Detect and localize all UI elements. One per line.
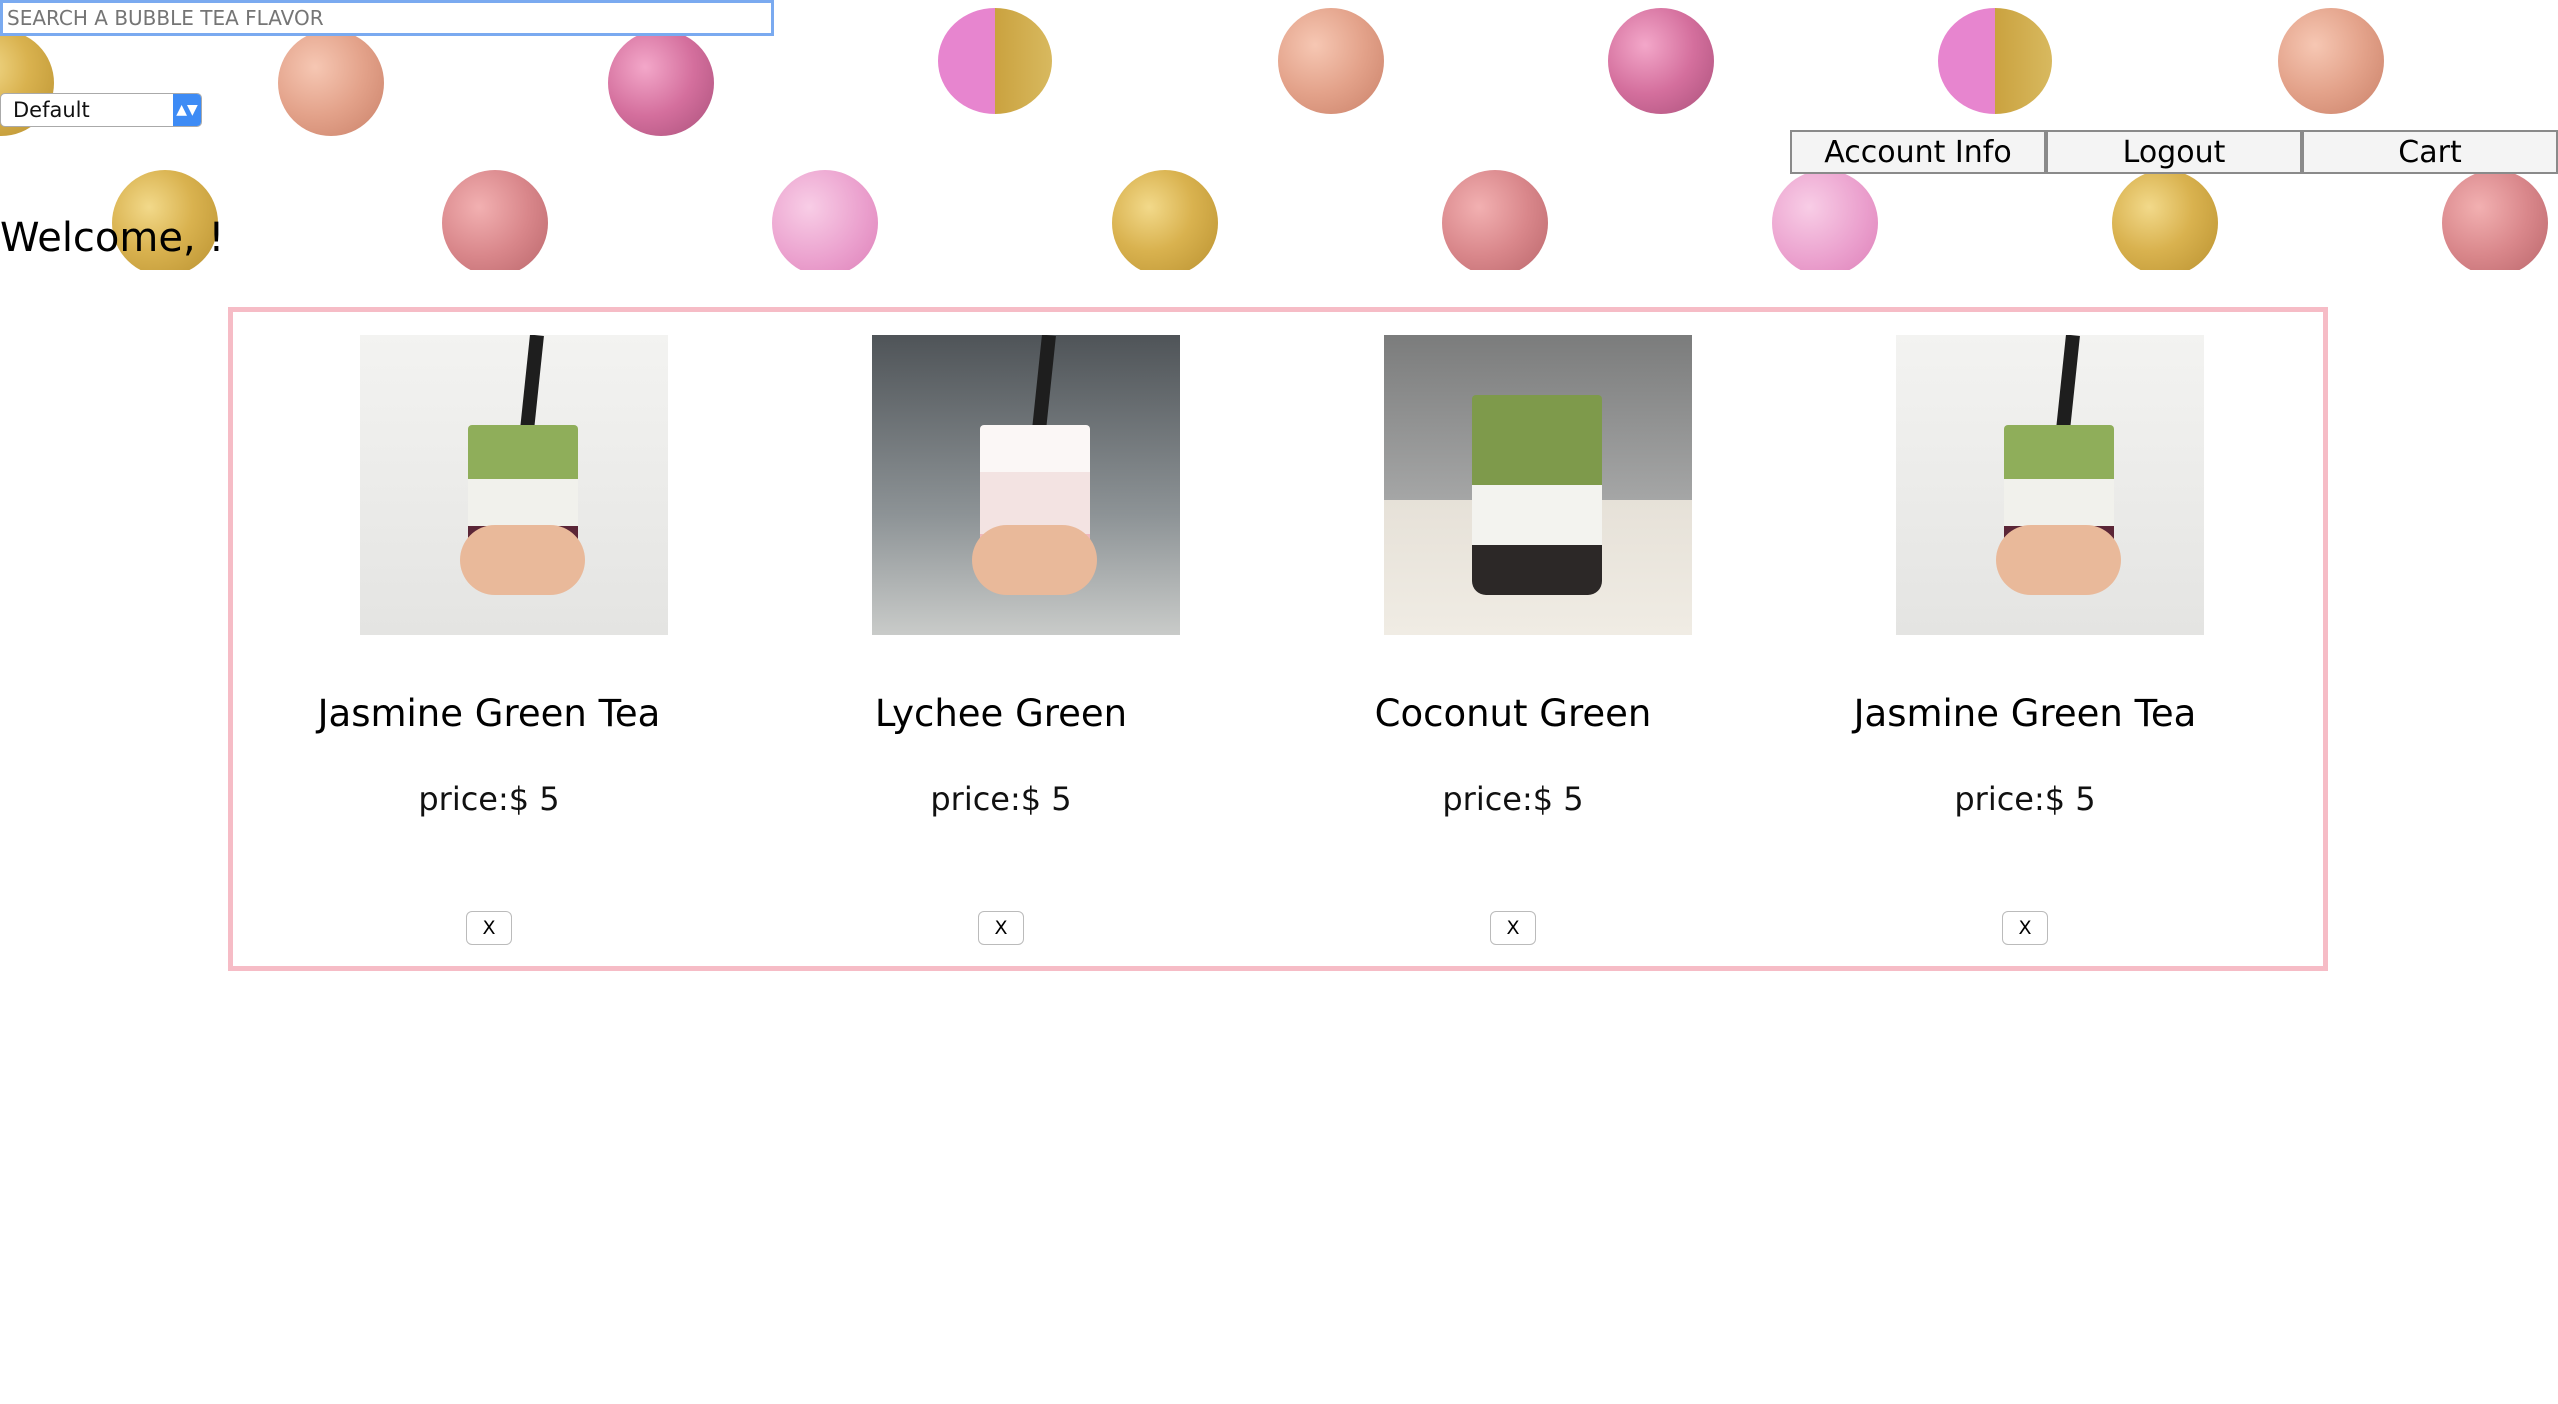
pink-dot <box>1608 8 1714 114</box>
product-panel: Jasmine Green Tea price:$ 5 X Lychee Gre… <box>228 307 2328 971</box>
rose-gold-dot <box>278 30 384 136</box>
coconut-green-photo <box>1384 335 1692 635</box>
jasmine-green-tea-photo <box>1896 335 2204 635</box>
product-card: Jasmine Green Tea price:$ 5 X <box>1769 312 2281 966</box>
remove-item-button[interactable]: X <box>2002 911 2048 945</box>
product-name: Jasmine Green Tea <box>317 692 661 735</box>
jasmine-green-tea-photo <box>360 335 668 635</box>
product-name: Lychee Green <box>874 692 1128 735</box>
remove-item-button[interactable]: X <box>466 911 512 945</box>
remove-item-button[interactable]: X <box>1490 911 1536 945</box>
welcome-heading: Welcome, ! <box>0 215 225 261</box>
coral-dot <box>1442 170 1548 270</box>
coral-dot <box>2442 170 2548 270</box>
product-card: Coconut Green price:$ 5 X <box>1257 312 1769 966</box>
select-arrows-icon: ▲▼ <box>173 94 201 126</box>
pink-gold-dot <box>938 8 1052 114</box>
sort-select-value: Default <box>13 98 90 122</box>
logout-button[interactable]: Logout <box>2046 130 2302 174</box>
product-price: price:$ 5 <box>1954 780 2096 818</box>
product-price: price:$ 5 <box>1442 780 1584 818</box>
gold-dot <box>1112 170 1218 270</box>
lychee-green-photo <box>872 335 1180 635</box>
product-name: Coconut Green <box>1374 692 1652 735</box>
account-info-button[interactable]: Account Info <box>1790 130 2046 174</box>
product-price: price:$ 5 <box>418 780 560 818</box>
product-name: Jasmine Green Tea <box>1853 692 2197 735</box>
gold-dot <box>2112 170 2218 270</box>
cart-button[interactable]: Cart <box>2302 130 2558 174</box>
product-price: price:$ 5 <box>930 780 1072 818</box>
search-input[interactable] <box>0 0 774 36</box>
sort-select[interactable]: Default ▲▼ <box>0 93 202 127</box>
blush-dot <box>1772 170 1878 270</box>
rose-gold-dot <box>2278 8 2384 114</box>
coral-dot <box>442 170 548 270</box>
top-nav: Account Info Logout Cart <box>1790 130 2558 174</box>
remove-item-button[interactable]: X <box>978 911 1024 945</box>
pink-dot <box>608 30 714 136</box>
blush-dot <box>772 170 878 270</box>
product-card: Jasmine Green Tea price:$ 5 X <box>233 312 745 966</box>
rose-gold-dot <box>1278 8 1384 114</box>
pink-gold-dot <box>1938 8 2052 114</box>
product-card: Lychee Green price:$ 5 X <box>745 312 1257 966</box>
